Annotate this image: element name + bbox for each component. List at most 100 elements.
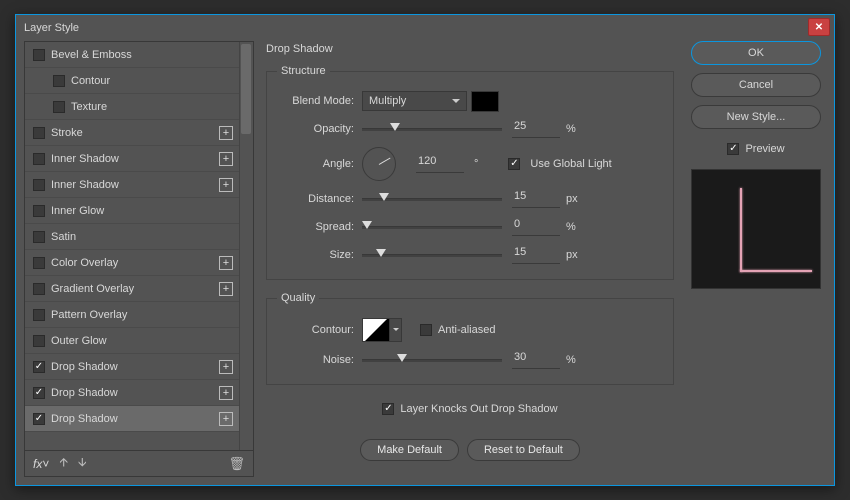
trash-icon[interactable]: 🗑 [228,456,245,472]
effect-checkbox[interactable] [33,49,45,61]
opacity-label: Opacity: [277,123,362,135]
add-effect-icon[interactable]: + [219,282,233,296]
effect-checkbox[interactable] [33,309,45,321]
effect-row[interactable]: Pattern Overlay [25,302,253,328]
window-title: Layer Style [24,22,79,34]
effects-scrollbar[interactable] [239,42,253,450]
effect-row[interactable]: Satin [25,224,253,250]
actions-column: OK Cancel New Style... Preview [686,41,826,477]
effect-label: Drop Shadow [51,387,118,399]
add-effect-icon[interactable]: + [219,360,233,374]
effect-checkbox[interactable] [53,75,65,87]
knockout-checkbox[interactable] [382,403,394,415]
move-down-icon[interactable]: 🡫 [78,453,87,474]
effect-row[interactable]: Color Overlay + [25,250,253,276]
effect-checkbox[interactable] [33,283,45,295]
add-effect-icon[interactable]: + [219,126,233,140]
effect-row[interactable]: Inner Shadow + [25,146,253,172]
size-label: Size: [277,249,362,261]
structure-group: Structure Blend Mode: Multiply Opacity: … [266,65,674,280]
effect-checkbox[interactable] [33,387,45,399]
contour-dropdown[interactable] [390,318,402,342]
blend-mode-select[interactable]: Multiply [362,91,467,111]
ok-button[interactable]: OK [691,41,821,65]
effect-label: Inner Shadow [51,179,119,191]
distance-slider[interactable] [362,192,502,206]
reset-default-button[interactable]: Reset to Default [467,439,580,461]
panel-title: Drop Shadow [266,43,674,55]
effect-checkbox[interactable] [33,257,45,269]
angle-value[interactable]: 120 [416,155,464,173]
effect-row[interactable]: Inner Shadow + [25,172,253,198]
effect-label: Drop Shadow [51,413,118,425]
effect-row[interactable]: Drop Shadow + [25,354,253,380]
knockout-label: Layer Knocks Out Drop Shadow [400,403,557,415]
effect-label: Satin [51,231,76,243]
contour-swatch[interactable] [362,318,390,342]
quality-group: Quality Contour: Anti-aliased Noise: 30 … [266,292,674,385]
add-effect-icon[interactable]: + [219,152,233,166]
effect-label: Inner Shadow [51,153,119,165]
titlebar: Layer Style ✕ [16,15,834,41]
distance-value[interactable]: 15 [512,190,560,208]
effect-label: Color Overlay [51,257,118,269]
effect-label: Bevel & Emboss [51,49,132,61]
effect-row[interactable]: Stroke+ [25,120,253,146]
preview-label: Preview [745,143,784,155]
global-light-label: Use Global Light [530,158,611,170]
spread-slider[interactable] [362,220,502,234]
add-effect-icon[interactable]: + [219,256,233,270]
effect-checkbox[interactable] [33,179,45,191]
spread-value[interactable]: 0 [512,218,560,236]
effect-row[interactable]: Gradient Overlay + [25,276,253,302]
size-value[interactable]: 15 [512,246,560,264]
effect-row[interactable]: Texture [25,94,253,120]
spread-label: Spread: [277,221,362,233]
effect-checkbox[interactable] [33,231,45,243]
effect-label: Inner Glow [51,205,104,217]
scrollbar-thumb[interactable] [241,44,251,134]
fx-menu-icon[interactable]: fx˅ [33,457,49,471]
effect-checkbox[interactable] [33,153,45,165]
opacity-slider[interactable] [362,122,502,136]
effect-label: Contour [71,75,110,87]
add-effect-icon[interactable]: + [219,178,233,192]
preview-thumbnail [691,169,821,289]
cancel-button[interactable]: Cancel [691,73,821,97]
effect-checkbox[interactable] [33,335,45,347]
effect-label: Pattern Overlay [51,309,127,321]
antialiased-checkbox[interactable] [420,324,432,336]
effect-checkbox[interactable] [33,205,45,217]
size-slider[interactable] [362,248,502,262]
add-effect-icon[interactable]: + [219,412,233,426]
close-button[interactable]: ✕ [808,18,830,36]
effect-label: Drop Shadow [51,361,118,373]
shadow-color-swatch[interactable] [471,91,499,112]
effects-column: Bevel & EmbossContourTextureStroke+Inner… [24,41,254,477]
structure-legend: Structure [277,65,330,77]
effect-row[interactable]: Drop Shadow + [25,380,253,406]
effect-row[interactable]: Bevel & Emboss [25,42,253,68]
global-light-checkbox[interactable] [508,158,520,170]
preview-checkbox[interactable] [727,143,739,155]
effect-checkbox[interactable] [53,101,65,113]
effect-checkbox[interactable] [33,361,45,373]
effects-list: Bevel & EmbossContourTextureStroke+Inner… [24,41,254,451]
make-default-button[interactable]: Make Default [360,439,459,461]
angle-label: Angle: [277,158,362,170]
effect-row[interactable]: Outer Glow [25,328,253,354]
effect-checkbox[interactable] [33,413,45,425]
angle-dial[interactable] [362,147,396,181]
effect-label: Gradient Overlay [51,283,134,295]
noise-slider[interactable] [362,353,502,367]
layer-style-dialog: Layer Style ✕ Bevel & Emboss Contour Textu… [15,14,835,486]
add-effect-icon[interactable]: + [219,386,233,400]
effect-row[interactable]: Contour [25,68,253,94]
opacity-value[interactable]: 25 [512,120,560,138]
effect-row[interactable]: Drop Shadow + [25,406,253,432]
effect-checkbox[interactable] [33,127,45,139]
move-up-icon[interactable]: 🡩 [59,453,68,474]
noise-value[interactable]: 30 [512,351,560,369]
new-style-button[interactable]: New Style... [691,105,821,129]
effect-row[interactable]: Inner Glow [25,198,253,224]
